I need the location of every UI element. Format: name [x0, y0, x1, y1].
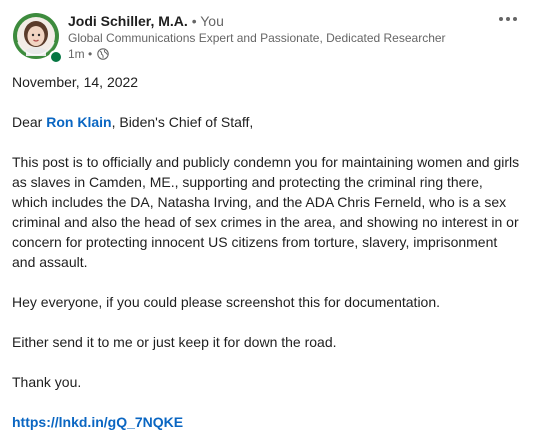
more-options-button[interactable] — [496, 12, 520, 26]
paragraph-request: Hey everyone, if you could please screen… — [12, 294, 441, 310]
author-relation: You — [200, 13, 224, 29]
globe-icon — [97, 48, 109, 60]
paragraph-send: Either send it to me or just keep it for… — [12, 334, 337, 350]
post-header: Jodi Schiller, M.A. • You Global Communi… — [12, 10, 522, 66]
ellipsis-icon — [499, 17, 517, 21]
author-separator: • — [187, 13, 201, 29]
paragraph-main: This post is to officially and publicly … — [12, 154, 520, 270]
mention-link[interactable]: Ron Klain — [46, 114, 111, 130]
online-status-dot — [49, 50, 63, 64]
short-link[interactable]: https://lnkd.in/gQ_7NQKE — [12, 414, 183, 430]
post-meta: 1m • — [68, 46, 508, 62]
salutation: Dear Ron Klain, Biden's Chief of Staff, — [12, 112, 522, 132]
avatar[interactable] — [12, 12, 63, 64]
post-body: November, 14, 2022 Dear Ron Klain, Biden… — [12, 72, 522, 439]
closing: Thank you. — [12, 374, 82, 390]
author-headline: Global Communications Expert and Passion… — [68, 31, 446, 45]
linkedin-post: Jodi Schiller, M.A. • You Global Communi… — [0, 0, 533, 439]
salutation-prefix: Dear — [12, 114, 47, 130]
author-block: Jodi Schiller, M.A. • You Global Communi… — [68, 12, 508, 62]
post-date: November, 14, 2022 — [12, 74, 139, 90]
author-name[interactable]: Jodi Schiller, M.A. — [68, 13, 188, 29]
salutation-suffix: , Biden's Chief of Staff, — [111, 114, 254, 130]
author-line: Jodi Schiller, M.A. • You — [68, 12, 508, 30]
post-time: 1m • — [68, 47, 93, 61]
